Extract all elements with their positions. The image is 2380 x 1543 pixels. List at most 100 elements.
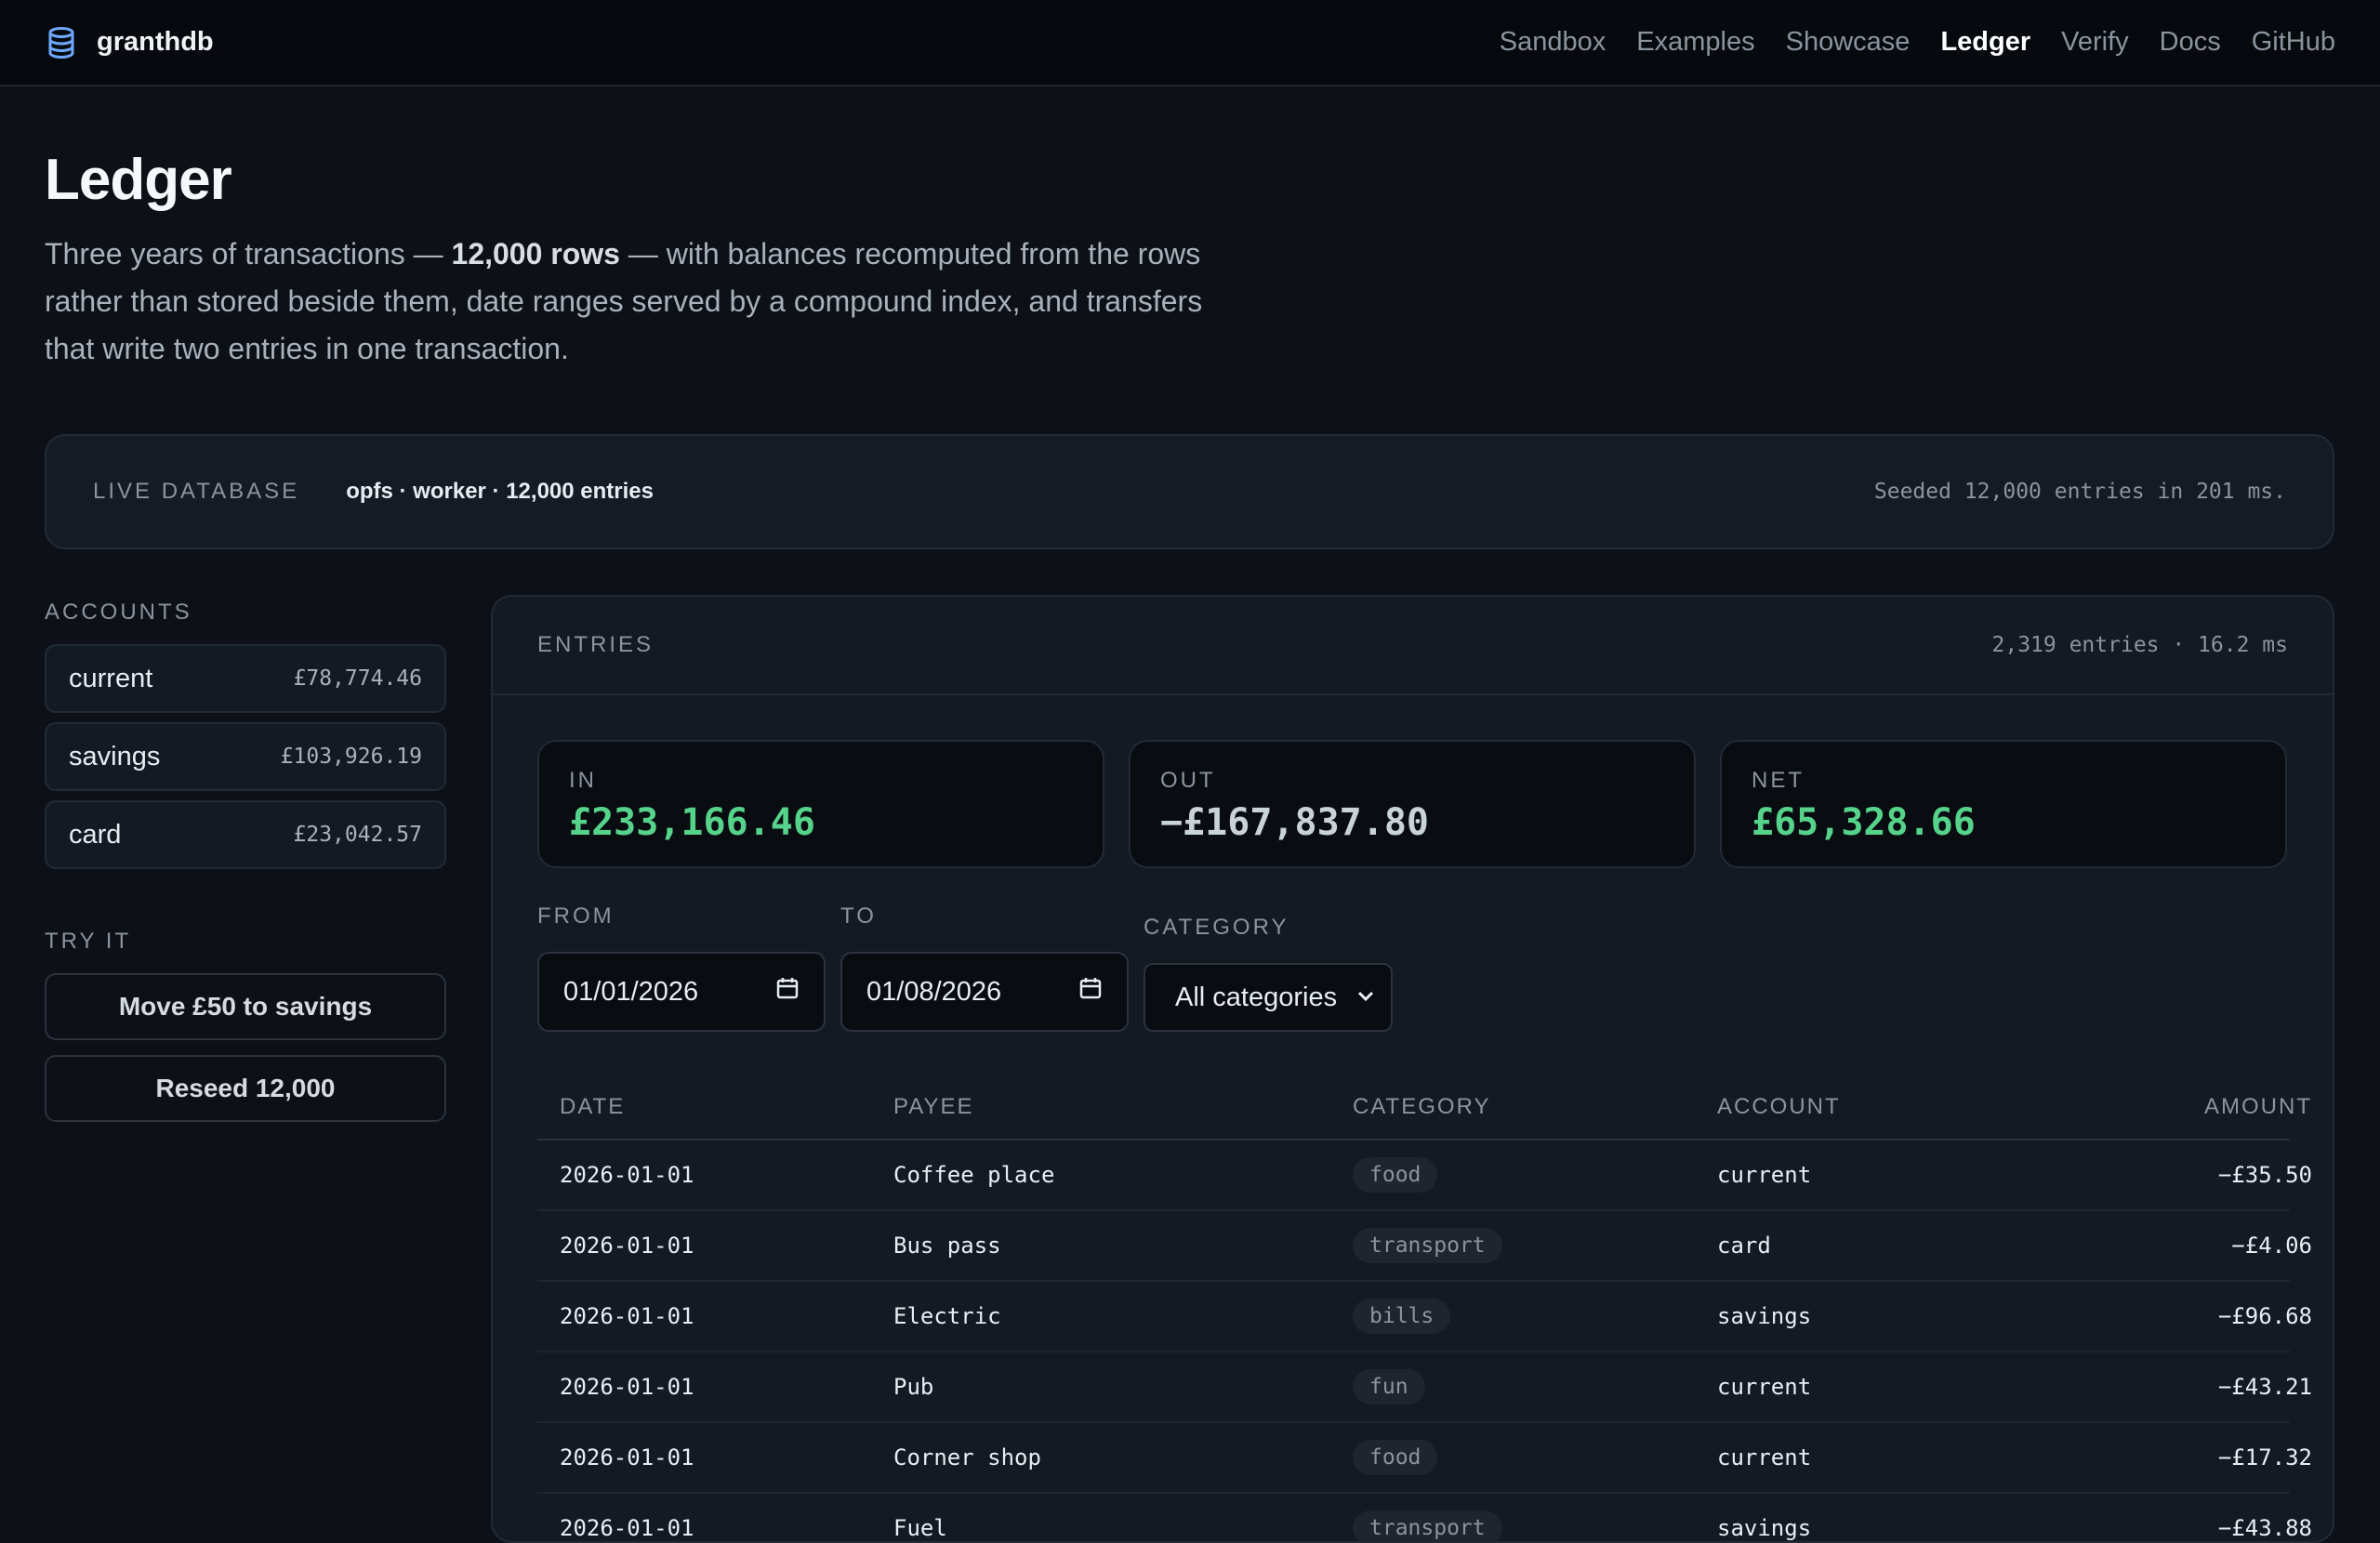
- column-category[interactable]: CATEGORY: [1353, 1094, 1717, 1120]
- entries-label: ENTRIES: [537, 632, 654, 657]
- row-account: card: [1717, 1233, 1771, 1259]
- account-balance: £23,042.57: [293, 823, 422, 847]
- category-label: CATEGORY: [1144, 915, 1289, 940]
- entries-panel: ENTRIES 2,319 entries · 16.2 ms IN £233,…: [491, 595, 2334, 1543]
- row-payee: Corner shop: [893, 1444, 1041, 1470]
- nav-showcase[interactable]: Showcase: [1786, 27, 1911, 58]
- live-database-label: LIVE DATABASE: [93, 479, 300, 504]
- page-title: Ledger: [45, 148, 232, 212]
- move-to-savings-button[interactable]: Move £50 to savings: [45, 973, 446, 1040]
- from-date-value: 01/01/2026: [563, 976, 699, 1007]
- chevron-down-icon: [1355, 983, 1376, 1013]
- row-amount: −£17.32: [2217, 1444, 2312, 1470]
- seed-status: Seeded 12,000 entries in 201 ms.: [1873, 480, 2286, 504]
- row-amount: −£4.06: [2231, 1233, 2312, 1259]
- entries-table: DATE PAYEE CATEGORY ACCOUNT AMOUNT 2026-…: [537, 1075, 2312, 1541]
- intro-row-count: 12,000 rows: [451, 237, 620, 270]
- from-date-input[interactable]: 01/01/2026: [537, 952, 826, 1032]
- table-row[interactable]: 2026-01-01 Coffee place food current −£3…: [537, 1141, 2312, 1211]
- row-payee: Pub: [893, 1374, 934, 1400]
- intro-text-1: Three years of transactions —: [45, 237, 452, 270]
- nav-verify[interactable]: Verify: [2061, 27, 2129, 58]
- row-date: 2026-01-01: [560, 1233, 694, 1259]
- table-header: DATE PAYEE CATEGORY ACCOUNT AMOUNT: [537, 1075, 2310, 1141]
- in-label: IN: [569, 768, 597, 793]
- row-payee: Coffee place: [893, 1162, 1055, 1188]
- out-value: −£167,837.80: [1160, 801, 1429, 844]
- column-date[interactable]: DATE: [560, 1094, 893, 1120]
- row-date: 2026-01-01: [560, 1162, 694, 1188]
- category-select-value: All categories: [1175, 982, 1338, 1012]
- row-account: current: [1717, 1162, 1812, 1188]
- table-row[interactable]: 2026-01-01 Bus pass transport card −£4.0…: [537, 1211, 2312, 1282]
- summary-cards: IN £233,166.46 OUT −£167,837.80 NET £65,…: [537, 740, 2287, 868]
- row-account: savings: [1717, 1303, 1812, 1329]
- net-card: NET £65,328.66: [1720, 740, 2287, 868]
- row-account: current: [1717, 1444, 1812, 1470]
- sidebar: ACCOUNTS current £78,774.46 savings £103…: [45, 600, 446, 1122]
- column-account[interactable]: ACCOUNT: [1717, 1094, 2108, 1120]
- account-current[interactable]: current £78,774.46: [45, 644, 446, 713]
- row-amount: −£43.21: [2217, 1374, 2312, 1400]
- category-badge: fun: [1353, 1369, 1425, 1405]
- entries-header: ENTRIES 2,319 entries · 16.2 ms: [493, 597, 2333, 695]
- in-card: IN £233,166.46: [537, 740, 1104, 868]
- category-badge: transport: [1353, 1510, 1502, 1541]
- to-date-value: 01/08/2026: [866, 976, 1002, 1007]
- calendar-icon[interactable]: [1078, 976, 1103, 1008]
- to-filter: TO 01/08/2026: [840, 903, 1129, 1032]
- category-badge: transport: [1353, 1228, 1502, 1263]
- brand-name: granthdb: [97, 27, 214, 57]
- nav-ledger[interactable]: Ledger: [1940, 27, 2030, 58]
- row-payee: Electric: [893, 1303, 1001, 1329]
- table-row[interactable]: 2026-01-01 Pub fun current −£43.21: [537, 1352, 2312, 1423]
- entries-query-stat: 2,319 entries · 16.2 ms: [1991, 633, 2289, 657]
- calendar-icon[interactable]: [775, 976, 800, 1008]
- account-balance: £103,926.19: [280, 745, 422, 769]
- category-badge: food: [1353, 1157, 1438, 1193]
- page-intro: Three years of transactions — 12,000 row…: [45, 231, 1244, 373]
- account-name: current: [69, 663, 153, 693]
- reseed-button[interactable]: Reseed 12,000: [45, 1055, 446, 1122]
- account-savings[interactable]: savings £103,926.19: [45, 722, 446, 791]
- category-select[interactable]: All categories: [1144, 963, 1393, 1032]
- row-date: 2026-01-01: [560, 1515, 694, 1541]
- nav-examples[interactable]: Examples: [1636, 27, 1754, 58]
- row-amount: −£43.88: [2217, 1515, 2312, 1541]
- live-database-bar: LIVE DATABASE opfs · worker · 12,000 ent…: [45, 434, 2334, 549]
- filters: FROM 01/01/2026 TO 01/08/2026 CATEGORY A…: [537, 903, 1393, 1032]
- table-row[interactable]: 2026-01-01 Electric bills savings −£96.6…: [537, 1282, 2312, 1352]
- net-label: NET: [1752, 768, 1805, 793]
- account-name: card: [69, 819, 122, 850]
- nav-docs[interactable]: Docs: [2160, 27, 2221, 58]
- out-card: OUT −£167,837.80: [1129, 740, 1696, 868]
- column-payee[interactable]: PAYEE: [893, 1094, 1353, 1120]
- category-badge: food: [1353, 1440, 1438, 1475]
- row-date: 2026-01-01: [560, 1303, 694, 1329]
- row-account: current: [1717, 1374, 1812, 1400]
- to-date-input[interactable]: 01/08/2026: [840, 952, 1129, 1032]
- row-date: 2026-01-01: [560, 1444, 694, 1470]
- row-account: savings: [1717, 1515, 1812, 1541]
- main-nav: Sandbox Examples Showcase Ledger Verify …: [1500, 27, 2335, 58]
- row-amount: −£96.68: [2217, 1303, 2312, 1329]
- database-icon: [45, 26, 78, 59]
- column-amount[interactable]: AMOUNT: [2108, 1094, 2312, 1120]
- from-label: FROM: [537, 903, 615, 929]
- in-value: £233,166.46: [569, 801, 815, 844]
- nav-github[interactable]: GitHub: [2252, 27, 2335, 58]
- table-row[interactable]: 2026-01-01 Fuel transport savings −£43.8…: [537, 1494, 2312, 1541]
- category-badge: bills: [1353, 1299, 1451, 1334]
- table-row[interactable]: 2026-01-01 Corner shop food current −£17…: [537, 1423, 2312, 1494]
- row-payee: Bus pass: [893, 1233, 1001, 1259]
- account-card[interactable]: card £23,042.57: [45, 800, 446, 869]
- row-amount: −£35.50: [2217, 1162, 2312, 1188]
- category-filter: CATEGORY All categories: [1144, 915, 1393, 1032]
- live-database-meta: opfs · worker · 12,000 entries: [346, 479, 654, 504]
- net-value: £65,328.66: [1752, 801, 1976, 844]
- accounts-list: current £78,774.46 savings £103,926.19 c…: [45, 644, 446, 869]
- brand[interactable]: granthdb: [45, 26, 214, 59]
- accounts-label: ACCOUNTS: [45, 600, 192, 625]
- nav-sandbox[interactable]: Sandbox: [1500, 27, 1606, 58]
- row-date: 2026-01-01: [560, 1374, 694, 1400]
